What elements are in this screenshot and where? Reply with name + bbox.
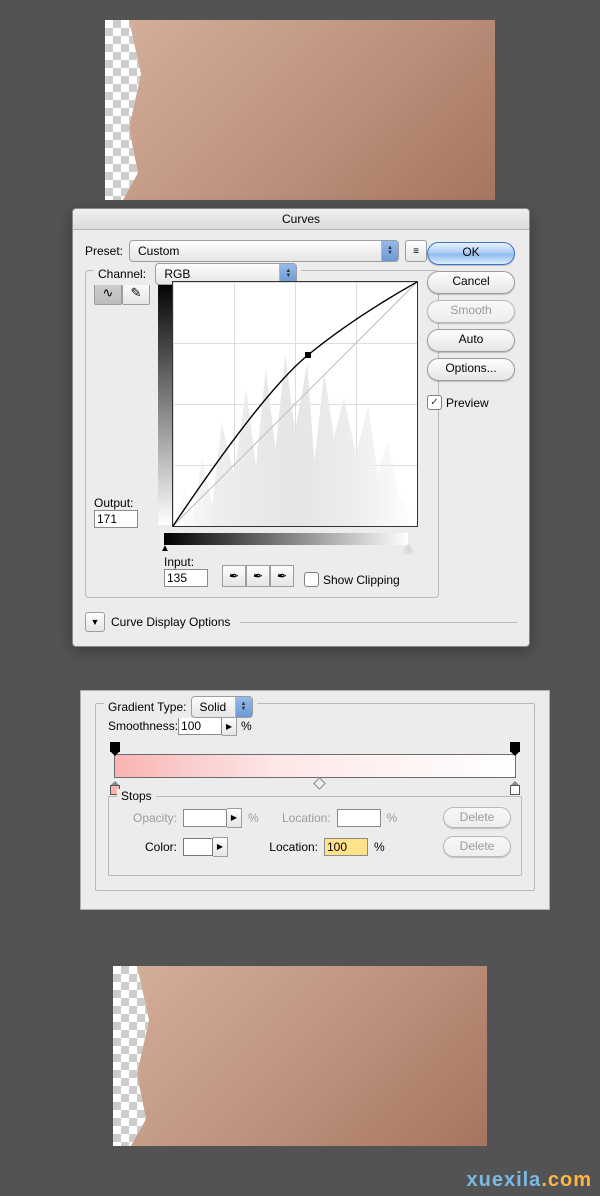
smooth-button[interactable]: Smooth xyxy=(427,300,515,323)
preset-label: Preset: xyxy=(85,244,123,258)
dialog-title: Curves xyxy=(73,209,529,230)
gradient-type-value: Solid xyxy=(192,700,235,714)
preset-select[interactable]: Custom ▲▼ xyxy=(129,240,399,262)
auto-button[interactable]: Auto xyxy=(427,329,515,352)
smoothness-label: Smoothness: xyxy=(108,719,178,733)
stops-legend: Stops xyxy=(117,789,156,803)
gradient-type-legend: Gradient Type: Solid ▲▼ xyxy=(104,696,257,718)
curves-fieldset: Channel: RGB ▲▼ ∿ ✎ xyxy=(85,270,439,598)
black-point-slider[interactable]: ▲ xyxy=(160,543,170,554)
gradient-type-fieldset: Gradient Type: Solid ▲▼ Smoothness: ▶ % xyxy=(95,703,535,891)
color-location-unit: % xyxy=(374,840,385,854)
dialog-button-column: OK Cancel Smooth Auto Options... ✓ Previ… xyxy=(427,242,515,410)
preview-checkbox[interactable]: ✓ xyxy=(427,395,442,410)
document-preview-bottom xyxy=(113,966,487,1146)
output-group: Output: xyxy=(94,496,138,528)
curve-tools: ∿ ✎ xyxy=(94,281,430,527)
eyedropper-black-icon[interactable]: ✒ xyxy=(222,565,246,587)
divider xyxy=(240,622,517,623)
curve-line xyxy=(173,282,417,526)
opacity-stop-row: Opacity: ▶ % Location: % Delete xyxy=(119,807,511,828)
transparency-checker xyxy=(105,20,165,200)
opacity-field xyxy=(183,809,227,827)
channel-label: Channel: xyxy=(98,267,146,281)
smoothness-unit: % xyxy=(241,719,252,733)
color-location-field[interactable] xyxy=(324,838,368,856)
watermark-a: xuexila xyxy=(466,1169,541,1191)
opacity-location-field xyxy=(337,809,381,827)
color-stop-row: Color: ▶ Location: % Delete xyxy=(119,836,511,857)
color-swatch[interactable] xyxy=(183,838,213,856)
transparency-checker xyxy=(113,966,173,1146)
smoothness-stepper[interactable]: ▶ xyxy=(222,716,237,736)
document-preview-top xyxy=(105,20,495,200)
cancel-button[interactable]: Cancel xyxy=(427,271,515,294)
opacity-stepper: ▶ xyxy=(227,808,242,828)
select-arrows-icon: ▲▼ xyxy=(235,697,252,717)
eyedropper-white-icon[interactable]: ✒ xyxy=(270,565,294,587)
stops-fieldset: Stops Opacity: ▶ % Location: % Delete Co… xyxy=(108,796,522,876)
midpoint-handle[interactable] xyxy=(313,777,326,790)
opacity-unit: % xyxy=(248,811,259,825)
curve-display-row: ▼ Curve Display Options xyxy=(85,612,517,632)
smoothness-field[interactable] xyxy=(178,717,222,735)
color-label: Color: xyxy=(119,840,177,854)
input-label: Input: xyxy=(164,555,208,569)
opacity-location-unit: % xyxy=(387,811,398,825)
gradient-panel: Gradient Type: Solid ▲▼ Smoothness: ▶ % xyxy=(80,690,550,910)
preset-menu-button[interactable]: ≡ xyxy=(405,240,427,262)
curve-point xyxy=(305,352,311,358)
input-ramp-wrap: ▲ △ xyxy=(164,533,430,545)
input-ramp[interactable]: ▲ △ xyxy=(164,533,408,545)
ok-button[interactable]: OK xyxy=(427,242,515,265)
preview-label: Preview xyxy=(446,396,489,410)
color-delete-button[interactable]: Delete xyxy=(443,836,511,857)
opacity-location-label: Location: xyxy=(265,811,331,825)
preview-row: ✓ Preview xyxy=(427,395,515,410)
eyedropper-group: ✒ ✒ ✒ xyxy=(222,565,294,587)
watermark: xuexila.com xyxy=(466,1169,592,1192)
opacity-label: Opacity: xyxy=(119,811,177,825)
color-location-label: Location: xyxy=(252,840,318,854)
curves-grid[interactable] xyxy=(172,281,418,527)
opacity-delete-button: Delete xyxy=(443,807,511,828)
select-arrows-icon: ▲▼ xyxy=(381,241,398,261)
output-ramp xyxy=(158,281,172,525)
gradient-bar[interactable] xyxy=(114,754,516,778)
curves-dialog: Curves Preset: Custom ▲▼ ≡ Channel: RGB … xyxy=(72,208,530,647)
gradient-type-select[interactable]: Solid ▲▼ xyxy=(191,696,253,718)
options-button[interactable]: Options... xyxy=(427,358,515,381)
disclosure-triangle-icon[interactable]: ▼ xyxy=(85,612,105,632)
smoothness-row: Smoothness: ▶ % xyxy=(108,716,522,736)
watermark-b: .com xyxy=(541,1169,592,1191)
input-field[interactable] xyxy=(164,569,208,587)
gradient-bar-wrap xyxy=(108,754,522,778)
channel-value: RGB xyxy=(156,267,279,281)
color-picker-toggle[interactable]: ▶ xyxy=(213,837,228,857)
output-label: Output: xyxy=(94,496,138,510)
gradient-type-label: Gradient Type: xyxy=(108,700,187,714)
show-clipping-checkbox[interactable] xyxy=(304,572,319,587)
white-point-slider[interactable]: △ xyxy=(404,543,412,554)
opacity-stop-left[interactable] xyxy=(110,742,120,752)
preset-value: Custom xyxy=(130,244,381,258)
opacity-stop-right[interactable] xyxy=(510,742,520,752)
output-field[interactable] xyxy=(94,510,138,528)
eyedropper-gray-icon[interactable]: ✒ xyxy=(246,565,270,587)
curve-display-options-label: Curve Display Options xyxy=(111,615,230,629)
color-stop-right[interactable] xyxy=(510,781,520,791)
show-clipping-label: Show Clipping xyxy=(323,573,400,587)
